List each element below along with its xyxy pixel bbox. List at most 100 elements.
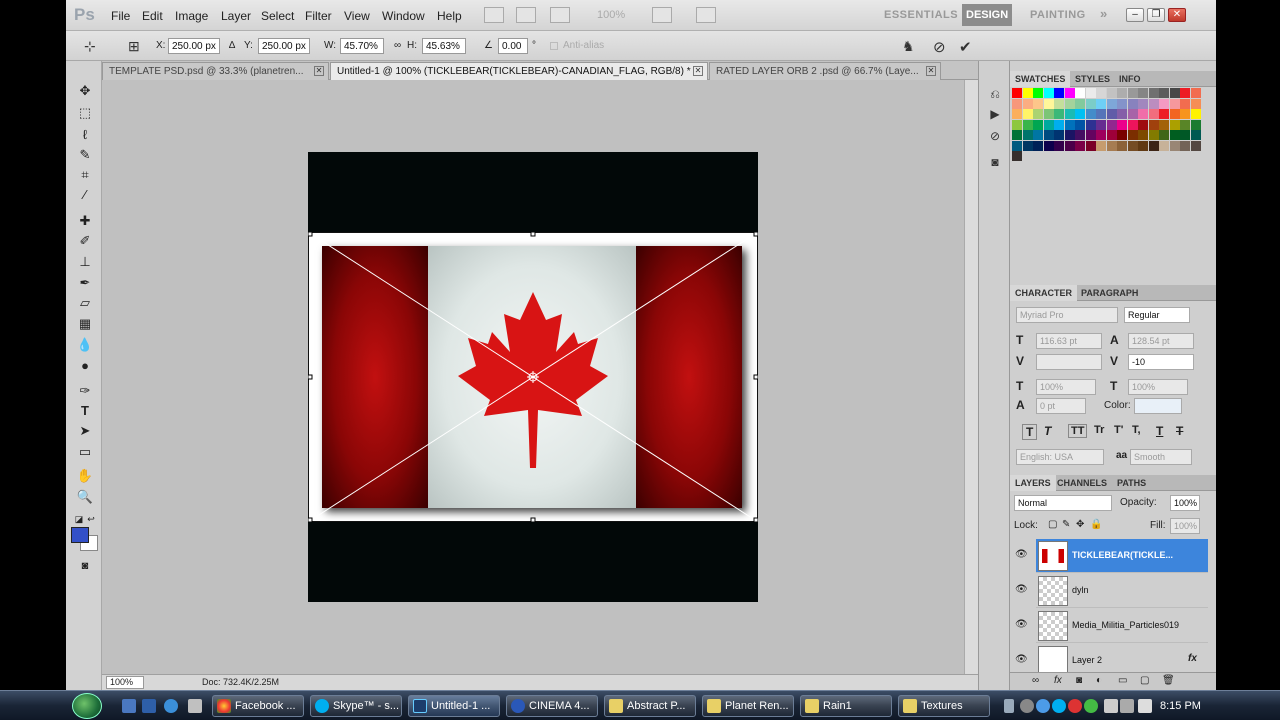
tab-character[interactable]: CHARACTER [1010, 285, 1077, 301]
color-swatch[interactable] [1022, 88, 1033, 98]
pen-tool-icon[interactable]: ✑ [76, 383, 94, 399]
dodge-tool-icon[interactable]: ● [76, 358, 94, 374]
color-swatch[interactable] [1054, 140, 1064, 151]
workspace-more[interactable]: » [1100, 6, 1108, 21]
color-swatch[interactable] [1075, 98, 1085, 109]
minibridge-icon[interactable] [516, 7, 536, 23]
gradient-tool-icon[interactable]: ▦ [76, 316, 94, 332]
font-family-select[interactable]: Myriad Pro [1016, 307, 1118, 323]
color-swatch[interactable] [1054, 98, 1064, 109]
color-swatch[interactable] [1169, 98, 1180, 109]
menu-file[interactable]: File [111, 9, 130, 23]
menu-layer[interactable]: Layer [221, 9, 251, 23]
healing-brush-icon[interactable]: ✚ [76, 213, 94, 229]
color-swatch[interactable] [1190, 98, 1201, 109]
color-swatch[interactable] [1012, 130, 1022, 140]
color-swatch[interactable] [1033, 109, 1043, 119]
new-layer-icon[interactable]: ▢ [1140, 675, 1149, 686]
brush-panel-icon[interactable]: ⊘ [987, 129, 1003, 143]
taskbar-textures[interactable]: Textures [898, 695, 990, 717]
close-tab-icon[interactable]: ✕ [314, 66, 324, 76]
color-swatch[interactable] [1169, 130, 1180, 140]
menu-edit[interactable]: Edit [142, 9, 163, 23]
color-swatch[interactable] [1022, 119, 1033, 130]
visibility-eye-icon[interactable]: 👁 [1015, 549, 1028, 560]
bridge-icon[interactable] [484, 7, 504, 23]
color-swatch[interactable] [1127, 140, 1138, 151]
fill-field[interactable]: 100% [1170, 518, 1200, 534]
color-swatch[interactable] [1117, 130, 1127, 140]
color-swatch[interactable] [1012, 109, 1022, 119]
document-size-info[interactable]: Doc: 732.4K/2.25M [202, 677, 279, 687]
color-swatch[interactable] [1159, 98, 1169, 109]
color-swatch[interactable] [1138, 119, 1148, 130]
color-swatch[interactable] [1106, 109, 1117, 119]
color-swatch[interactable] [1012, 151, 1022, 161]
vertical-scale-field[interactable]: 100% [1036, 379, 1096, 395]
color-swatch[interactable] [1138, 109, 1148, 119]
color-swatch[interactable] [1138, 98, 1148, 109]
delta-icon[interactable]: ∆ [229, 40, 235, 51]
taskbar-abstract[interactable]: Abstract P... [604, 695, 696, 717]
tray-chevron-icon[interactable] [1004, 699, 1014, 713]
color-swatch[interactable] [1180, 109, 1190, 119]
link-icon[interactable]: ∞ [394, 40, 401, 51]
color-swatch[interactable] [1096, 140, 1106, 151]
brush-tool-icon[interactable]: ✐ [76, 233, 94, 249]
font-style-select[interactable]: Regular [1124, 307, 1190, 323]
color-swatch[interactable] [1169, 88, 1180, 98]
color-swatch[interactable] [1043, 88, 1054, 98]
color-swatch[interactable] [1033, 140, 1043, 151]
taskbar-photoshop[interactable]: Untitled-1 ... [408, 695, 500, 717]
color-swatch[interactable] [1190, 119, 1201, 130]
color-swatch[interactable] [1043, 109, 1054, 119]
link-layers-icon[interactable]: ∞ [1032, 675, 1039, 686]
visibility-eye-icon[interactable]: 👁 [1015, 619, 1028, 630]
color-swatch[interactable] [1169, 119, 1180, 130]
color-swatch[interactable] [1012, 98, 1022, 109]
color-swatch[interactable] [1148, 109, 1159, 119]
workspace-essentials[interactable]: ESSENTIALS [884, 9, 958, 21]
color-swatch[interactable] [1064, 119, 1075, 130]
tray-display-icon[interactable] [1120, 699, 1134, 713]
zoom-tool-icon[interactable]: 🔍 [76, 489, 94, 505]
minimize-button[interactable]: – [1126, 8, 1144, 22]
tab-paths[interactable]: PATHS [1112, 475, 1151, 491]
taskbar-skype[interactable]: Skype™ - s... [310, 695, 402, 717]
delete-layer-icon[interactable]: 🗑 [1162, 675, 1175, 686]
layer-effects-icon[interactable]: fx [1188, 653, 1197, 664]
color-swatch[interactable] [1106, 98, 1117, 109]
font-size-field[interactable]: 116.63 pt [1036, 333, 1102, 349]
actions-panel-icon[interactable]: ▶ [987, 107, 1003, 121]
blur-tool-icon[interactable]: 💧 [76, 337, 94, 353]
color-swatch[interactable] [1075, 109, 1085, 119]
color-swatch[interactable] [1064, 109, 1075, 119]
color-swatch[interactable] [1180, 140, 1190, 151]
color-swatch[interactable] [1096, 130, 1106, 140]
angle-input[interactable]: 0.00 [498, 38, 528, 54]
faux-italic-button[interactable]: T [1044, 424, 1051, 438]
baseline-shift-field[interactable]: 0 pt [1036, 398, 1086, 414]
color-swatch[interactable] [1033, 98, 1043, 109]
color-swatch[interactable] [1127, 119, 1138, 130]
eyedropper-tool-icon[interactable]: ⁄ [76, 187, 94, 203]
quicklaunch-more-icon[interactable] [188, 699, 202, 713]
vertical-scrollbar[interactable] [964, 80, 978, 674]
color-swatch[interactable] [1096, 119, 1106, 130]
color-swatch[interactable] [1012, 119, 1022, 130]
tray-update-icon[interactable] [1084, 699, 1098, 713]
small-caps-button[interactable]: Tr [1094, 424, 1104, 436]
color-swatch[interactable] [1117, 119, 1127, 130]
layer-row[interactable]: dyln [1036, 574, 1208, 608]
color-swatch[interactable] [1054, 119, 1064, 130]
color-swatch[interactable] [1075, 119, 1085, 130]
clone-source-icon[interactable]: ◙ [987, 155, 1003, 169]
visibility-eye-icon[interactable]: 👁 [1015, 654, 1028, 665]
tray-volume-icon[interactable] [1138, 699, 1152, 713]
lock-pixels-icon[interactable]: ✎ [1062, 519, 1070, 530]
layer-row[interactable]: Media_Militia_Particles019 [1036, 609, 1208, 643]
color-swatch[interactable] [1085, 88, 1096, 98]
color-swatch[interactable] [1022, 140, 1033, 151]
layer-row[interactable]: TICKLEBEAR(TICKLE... [1036, 539, 1208, 573]
color-swatch[interactable] [1169, 140, 1180, 151]
